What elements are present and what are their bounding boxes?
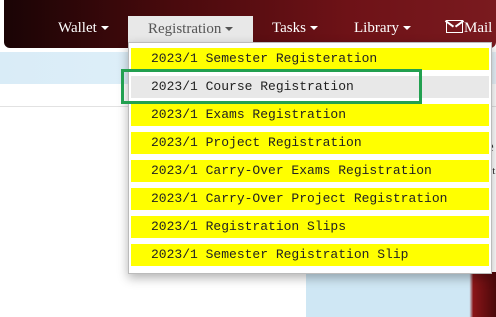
nav-library[interactable]: Library	[354, 0, 411, 48]
nav-registration-label: Registration	[148, 21, 222, 37]
nav-mail-label: Mail	[464, 20, 493, 36]
caret-down-icon	[309, 26, 318, 30]
nav-tasks-label: Tasks	[272, 20, 306, 36]
menu-item-project-registration[interactable]: 2023/1 Project Registration	[131, 132, 489, 154]
caret-down-icon	[100, 26, 109, 30]
menu-item-semester-registration-slip[interactable]: 2023/1 Semester Registration Slip	[131, 244, 489, 266]
nav-library-label: Library	[354, 20, 399, 36]
nav-wallet[interactable]: Wallet	[58, 0, 109, 48]
menu-item-carryover-exams-registration[interactable]: 2023/1 Carry-Over Exams Registration	[131, 160, 489, 182]
menu-item-semester-registration[interactable]: 2023/1 Semester Registeration	[131, 48, 489, 70]
menu-item-registration-slips[interactable]: 2023/1 Registration Slips	[131, 216, 489, 238]
top-navbar: Wallet Registration Tasks Library Mail	[4, 0, 496, 48]
caret-down-icon	[225, 27, 234, 31]
nav-tasks[interactable]: Tasks	[272, 0, 318, 48]
mail-icon	[446, 20, 463, 33]
background-image	[306, 272, 496, 317]
nav-mail[interactable]: Mail	[446, 0, 492, 48]
nav-wallet-label: Wallet	[58, 20, 97, 36]
caret-down-icon	[402, 26, 411, 30]
menu-item-exams-registration[interactable]: 2023/1 Exams Registration	[131, 104, 489, 126]
selection-highlight-box	[121, 69, 422, 104]
menu-item-carryover-project-registration[interactable]: 2023/1 Carry-Over Project Registration	[131, 188, 489, 210]
